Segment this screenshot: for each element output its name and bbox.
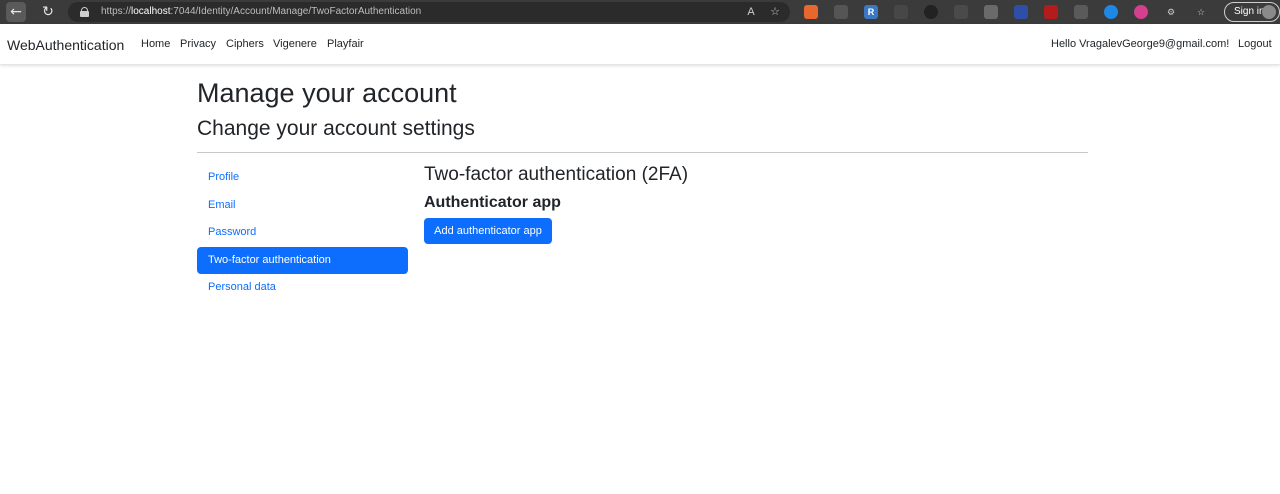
read-aloud-icon[interactable]: A <box>744 5 758 19</box>
section-subtitle: Authenticator app <box>424 194 561 211</box>
nav-link-ciphers[interactable]: Ciphers <box>226 38 264 50</box>
nav-link-playfair[interactable]: Playfair <box>327 38 364 50</box>
extension-icon[interactable] <box>954 5 968 19</box>
extension-icon[interactable] <box>894 5 908 19</box>
nav-link-home[interactable]: Home <box>141 38 170 50</box>
sidebar-item-personal-data[interactable]: Personal data <box>197 274 408 302</box>
extension-icon[interactable] <box>924 5 938 19</box>
url-text[interactable]: https://localhost:7044/Identity/Account/… <box>101 5 421 19</box>
extension-icon[interactable] <box>804 5 818 19</box>
user-greeting-link[interactable]: Hello VragalevGeorge9@gmail.com! <box>1051 38 1229 50</box>
nav-link-privacy[interactable]: Privacy <box>180 38 216 50</box>
sidebar-item-profile[interactable]: Profile <box>197 164 408 192</box>
browser-toolbar: ← ↻ https://localhost:7044/Identity/Acco… <box>0 0 1280 24</box>
sidebar-item-password[interactable]: Password <box>197 219 408 247</box>
section-title: Two-factor authentication (2FA) <box>424 164 689 185</box>
page-title: Manage your account <box>197 78 457 108</box>
lock-icon[interactable] <box>80 7 89 17</box>
brand-link[interactable]: WebAuthentication <box>7 37 124 53</box>
divider <box>197 152 1088 153</box>
manage-sidebar: Profile Email Password Two-factor authen… <box>197 164 408 302</box>
reload-icon[interactable]: ↻ <box>38 2 58 22</box>
sidebar-item-email[interactable]: Email <box>197 192 408 220</box>
extension-icon[interactable] <box>1104 5 1118 19</box>
add-authenticator-app-button[interactable]: Add authenticator app <box>424 218 552 244</box>
extension-icon[interactable] <box>984 5 998 19</box>
nav-link-vigenere[interactable]: Vigenere <box>273 38 317 50</box>
extension-icon[interactable] <box>1074 5 1088 19</box>
extension-icon[interactable] <box>834 5 848 19</box>
favorites-icon[interactable]: ☆ <box>1194 5 1208 19</box>
page-subtitle: Change your account settings <box>197 117 475 140</box>
site-navbar: WebAuthentication Home Privacy Ciphers V… <box>0 24 1280 65</box>
back-icon[interactable]: ← <box>6 2 26 22</box>
sign-in-button[interactable]: Sign in <box>1224 2 1280 22</box>
extensions-menu-icon[interactable]: ⚙ <box>1164 5 1178 19</box>
sidebar-item-two-factor[interactable]: Two-factor authentication <box>197 246 408 274</box>
extension-icon[interactable] <box>1044 5 1058 19</box>
extension-icon[interactable] <box>1134 5 1148 19</box>
logout-button[interactable]: Logout <box>1238 38 1272 50</box>
favorite-icon[interactable]: ☆ <box>768 5 782 19</box>
extension-icon[interactable]: R <box>864 5 878 19</box>
address-bar[interactable]: https://localhost:7044/Identity/Account/… <box>68 2 790 22</box>
extension-icon[interactable] <box>1014 5 1028 19</box>
profile-icon <box>1262 5 1276 19</box>
